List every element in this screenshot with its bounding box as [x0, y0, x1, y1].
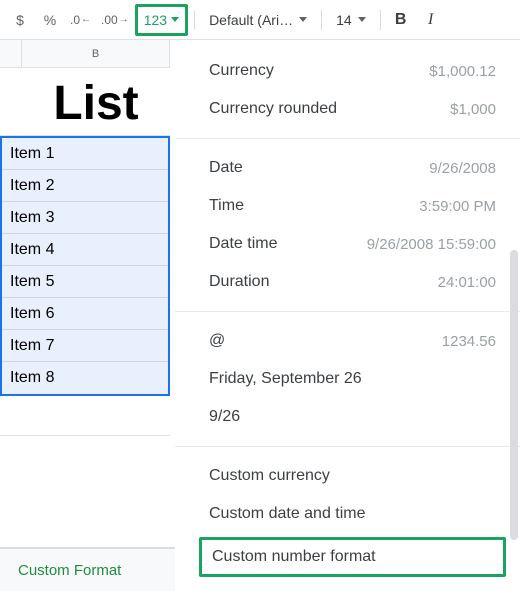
spreadsheet-area: B List Item 1 Item 2 Item 3 Item 4 Item … [0, 40, 170, 591]
more-formats-label: 123 [144, 12, 167, 28]
toolbar-separator [380, 10, 381, 30]
menu-item-label: Time [209, 197, 244, 215]
font-size-select[interactable]: 14 [328, 6, 374, 34]
menu-item-example: $1,000 [450, 101, 496, 118]
corner-cell [0, 40, 22, 67]
arrow-left-icon: ← [81, 14, 91, 25]
more-formats-button[interactable]: 123 [135, 4, 188, 36]
table-row[interactable]: Item 7 [2, 330, 168, 362]
menu-item-currency-rounded[interactable]: Currency rounded $1,000 [175, 90, 520, 128]
increase-decimal-button[interactable]: .00 → [97, 6, 133, 34]
chevron-down-icon [299, 17, 307, 22]
bold-button[interactable]: B [387, 6, 415, 34]
menu-item-short-date[interactable]: 9/26 [175, 398, 520, 436]
table-row[interactable]: Item 3 [2, 202, 168, 234]
menu-item-currency[interactable]: Currency $1,000.12 [175, 52, 520, 90]
menu-item-example: 1234.56 [442, 333, 496, 350]
title-cell[interactable]: List [22, 68, 170, 135]
arrow-right-icon: → [119, 14, 129, 25]
menu-item-time[interactable]: Time 3:59:00 PM [175, 187, 520, 225]
toolbar: $ % .0 ← .00 → 123 Default (Ari… 14 B I [0, 0, 520, 40]
menu-item-custom-date-time[interactable]: Custom date and time [175, 495, 520, 533]
menu-item-custom-currency[interactable]: Custom currency [175, 457, 520, 495]
font-family-select[interactable]: Default (Ari… [201, 6, 315, 34]
column-header-row: B [0, 40, 170, 68]
cell: Item 6 [2, 305, 168, 323]
title-row: List [0, 68, 170, 136]
menu-item-example: 9/26/2008 [429, 160, 496, 177]
table-row[interactable]: Item 1 [2, 138, 168, 170]
cell: Item 1 [2, 145, 168, 163]
menu-item-example: 24:01:00 [438, 274, 496, 291]
menu-item-label: Date time [209, 235, 277, 253]
format-menu: Currency $1,000.12 Currency rounded $1,0… [175, 40, 520, 591]
menu-item-at[interactable]: @ 1234.56 [175, 322, 520, 360]
table-row[interactable]: Item 6 [2, 298, 168, 330]
empty-row[interactable] [0, 396, 170, 436]
increase-decimal-label: .00 [101, 13, 118, 27]
cell: Item 3 [2, 209, 168, 227]
table-row[interactable]: Item 2 [2, 170, 168, 202]
cell: Item 2 [2, 177, 168, 195]
menu-item-label: Date [209, 159, 243, 177]
chevron-down-icon [358, 17, 366, 22]
table-row[interactable]: Item 8 [2, 362, 168, 394]
percent-format-button[interactable]: % [36, 6, 64, 34]
menu-item-label: Currency [209, 62, 274, 80]
decrease-decimal-label: .0 [70, 13, 80, 27]
menu-separator [175, 446, 520, 447]
cell: Item 5 [2, 273, 168, 291]
italic-button[interactable]: I [417, 6, 445, 34]
font-size-label: 14 [336, 12, 352, 28]
menu-item-duration[interactable]: Duration 24:01:00 [175, 263, 520, 301]
toolbar-separator [321, 10, 322, 30]
table-row[interactable]: Item 5 [2, 266, 168, 298]
menu-item-label: Currency rounded [209, 100, 337, 118]
decrease-decimal-button[interactable]: .0 ← [66, 6, 95, 34]
menu-item-example: 3:59:00 PM [419, 198, 496, 215]
sheet-tab[interactable]: Custom Format [18, 562, 121, 579]
cell: Item 8 [2, 369, 168, 387]
selected-range: Item 1 Item 2 Item 3 Item 4 Item 5 Item … [0, 136, 170, 396]
menu-separator [175, 311, 520, 312]
font-family-label: Default (Ari… [209, 12, 293, 28]
menu-item-label: @ [209, 332, 225, 350]
format-menu-inner: Currency $1,000.12 Currency rounded $1,0… [175, 40, 520, 577]
menu-item-example: 9/26/2008 15:59:00 [367, 236, 496, 253]
currency-format-button[interactable]: $ [6, 6, 34, 34]
chevron-down-icon [171, 17, 179, 22]
toolbar-separator [194, 10, 195, 30]
menu-item-friday[interactable]: Friday, September 26 [175, 360, 520, 398]
menu-separator [175, 138, 520, 139]
menu-item-example: $1,000.12 [429, 63, 496, 80]
menu-item-label: Duration [209, 273, 269, 291]
table-row[interactable]: Item 4 [2, 234, 168, 266]
menu-item-date[interactable]: Date 9/26/2008 [175, 149, 520, 187]
cell: Item 4 [2, 241, 168, 259]
scrollbar[interactable] [510, 250, 518, 540]
cell: Item 7 [2, 337, 168, 355]
column-header-b[interactable]: B [22, 40, 170, 67]
menu-item-date-time[interactable]: Date time 9/26/2008 15:59:00 [175, 225, 520, 263]
menu-item-custom-number-format[interactable]: Custom number format [199, 537, 506, 577]
